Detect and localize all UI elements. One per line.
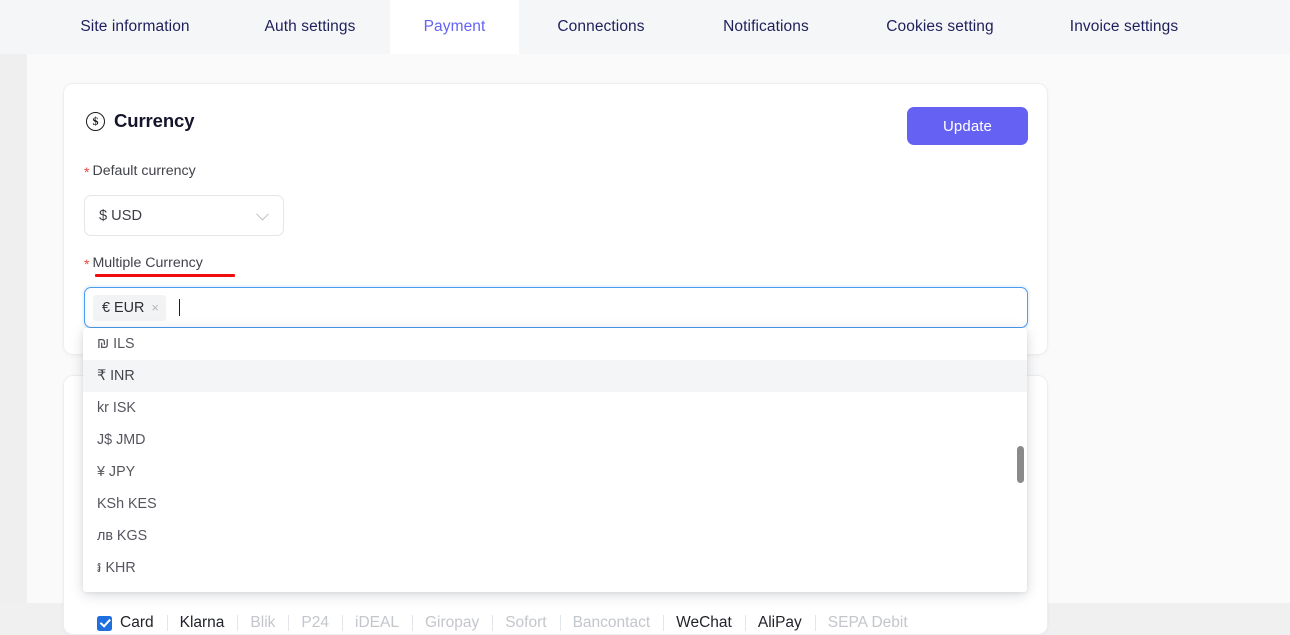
card-title: Currency [114, 110, 195, 131]
default-currency-value: $ USD [99, 207, 142, 224]
dropdown-options: ₪ ILS ₹ INR kr ISK J$ JMD ¥ JPY KSh KES лв KGS… [83, 328, 1027, 584]
tabbar-left-spacer [0, 0, 40, 54]
payment-method-ideal[interactable]: iDEAL [342, 612, 412, 634]
tab-invoice-settings[interactable]: Invoice settings [1031, 0, 1217, 54]
dropdown-option[interactable]: ₹ INR [83, 360, 1027, 392]
dropdown-option[interactable]: J$ JMD [83, 424, 1027, 456]
default-currency-label: * Default currency [84, 162, 196, 180]
tab-notifications[interactable]: Notifications [683, 0, 849, 54]
currency-tag-eur[interactable]: € EUR × [93, 294, 166, 321]
payment-method-label: SEPA Debit [827, 614, 908, 631]
required-asterisk: * [84, 163, 90, 180]
text-caret [178, 299, 181, 316]
payment-method-label: iDEAL [355, 614, 399, 631]
settings-page: Site information Auth settings Payment Conn… [0, 0, 1290, 635]
multiple-currency-input[interactable]: € EUR × [84, 287, 1028, 328]
payment-method-card[interactable]: Card [84, 612, 167, 634]
dropdown-option[interactable]: kr ISK [83, 392, 1027, 424]
tab-site-information[interactable]: Site information [40, 0, 230, 54]
multiple-currency-label: * Multiple Currency [84, 254, 203, 272]
update-button[interactable]: Update [907, 107, 1028, 145]
payment-method-p24[interactable]: P24 [288, 612, 342, 634]
dropdown-option[interactable]: KSh KES [83, 488, 1027, 520]
close-icon[interactable]: × [151, 301, 159, 314]
payment-method-sepa-debit[interactable]: SEPA Debit [814, 612, 921, 634]
payment-method-bancontact[interactable]: Bancontact [559, 612, 664, 634]
dollar-circle-icon: $ [86, 111, 105, 131]
payment-method-sofort[interactable]: Sofort [492, 612, 559, 634]
tab-cookies-setting[interactable]: Cookies setting [849, 0, 1031, 54]
red-underline-annotation [95, 274, 235, 277]
dropdown-scrollbar[interactable] [1017, 330, 1024, 590]
payment-method-klarna[interactable]: Klarna [166, 612, 238, 634]
dropdown-option[interactable]: ៛ KHR [83, 552, 1027, 584]
payment-method-label: P24 [301, 614, 329, 631]
currency-tag-label: € EUR [102, 299, 145, 316]
payment-method-blik[interactable]: Blik [237, 612, 288, 634]
settings-tabbar: Site information Auth settings Payment Conn… [0, 0, 1290, 54]
dropdown-option[interactable]: лв KGS [83, 520, 1027, 552]
scrollbar-thumb[interactable] [1017, 446, 1024, 483]
default-currency-label-text: Default currency [92, 163, 196, 179]
tab-auth-settings[interactable]: Auth settings [230, 0, 390, 54]
payment-methods-tabs: Card Klarna Blik P24 iDEAL Giropay Sofort Banco… [64, 604, 1047, 634]
payment-method-label: Bancontact [572, 614, 651, 631]
tab-payment[interactable]: Payment [390, 0, 519, 54]
payment-method-giropay[interactable]: Giropay [411, 612, 492, 634]
currency-dropdown-list[interactable]: ₪ ILS ₹ INR kr ISK J$ JMD ¥ JPY KSh KES лв KGS… [83, 328, 1027, 592]
payment-method-label: Klarna [179, 614, 225, 631]
payment-method-alipay[interactable]: AliPay [744, 612, 815, 634]
payment-method-label: WeChat [676, 614, 732, 631]
chevron-down-icon [256, 207, 269, 221]
default-currency-select[interactable]: $ USD [84, 195, 284, 236]
currency-card: $ Currency Update * Default currency $ US… [63, 83, 1048, 355]
payment-method-label: Giropay [424, 614, 480, 631]
required-asterisk: * [84, 255, 90, 272]
multiple-currency-label-text: Multiple Currency [92, 255, 203, 271]
dropdown-option[interactable]: ₪ ILS [83, 328, 1027, 360]
dropdown-option[interactable]: ¥ JPY [83, 456, 1027, 488]
payment-method-label: Sofort [505, 614, 547, 631]
payment-method-label: Card [120, 614, 154, 631]
payment-method-wechat[interactable]: WeChat [663, 612, 745, 634]
checkbox-checked-icon[interactable] [97, 615, 112, 631]
currency-card-header: $ Currency [86, 110, 195, 132]
tab-connections[interactable]: Connections [519, 0, 683, 54]
payment-method-label: Blik [250, 614, 276, 631]
payment-method-label: AliPay [757, 614, 802, 631]
